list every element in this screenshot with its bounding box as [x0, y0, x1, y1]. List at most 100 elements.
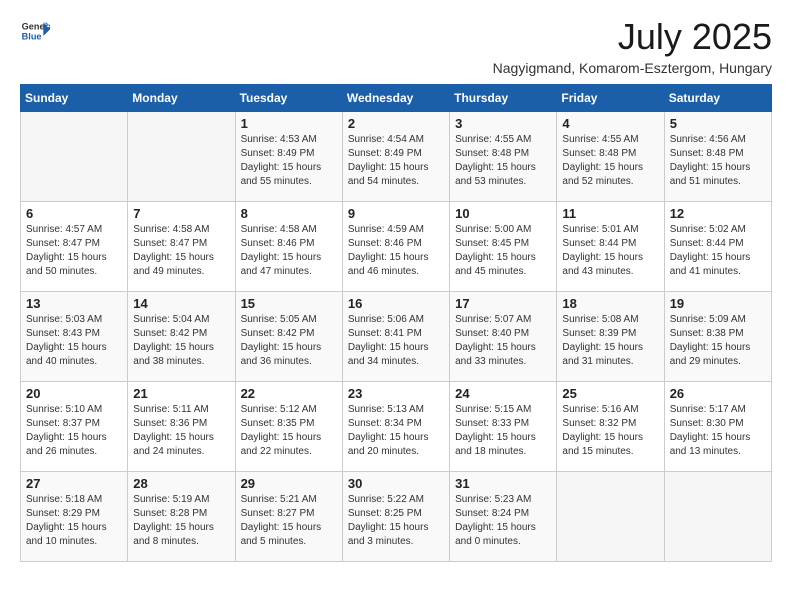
- day-info: Sunrise: 5:16 AM Sunset: 8:32 PM Dayligh…: [562, 403, 658, 459]
- day-info: Sunrise: 5:11 AM Sunset: 8:36 PM Dayligh…: [133, 403, 229, 459]
- day-number: 25: [562, 386, 658, 401]
- day-number: 19: [670, 296, 766, 311]
- calendar-cell: 3 Sunrise: 4:55 AM Sunset: 8:48 PM Daylig…: [450, 112, 557, 202]
- calendar-cell: 4 Sunrise: 4:55 AM Sunset: 8:48 PM Daylig…: [557, 112, 664, 202]
- calendar-cell: 29Sunrise: 5:21 AM Sunset: 8:27 PM Dayli…: [235, 472, 342, 562]
- day-number: 11: [562, 206, 658, 221]
- calendar-cell: 25 Sunrise: 5:16 AM Sunset: 8:32 PM Dayli…: [557, 382, 664, 472]
- calendar-cell: 28Sunrise: 5:19 AM Sunset: 8:28 PM Dayli…: [128, 472, 235, 562]
- day-info: Sunrise: 4:58 AM Sunset: 8:46 PM Dayligh…: [241, 223, 337, 279]
- weekday-header-wednesday: Wednesday: [342, 85, 449, 112]
- calendar-cell: 20 Sunrise: 5:10 AM Sunset: 8:37 PM Dayli…: [21, 382, 128, 472]
- calendar-cell: 2 Sunrise: 4:54 AM Sunset: 8:49 PM Daylig…: [342, 112, 449, 202]
- day-info: Sunrise: 5:17 AM Sunset: 8:30 PM Dayligh…: [670, 403, 766, 459]
- calendar-cell: 15 Sunrise: 5:05 AM Sunset: 8:42 PM Dayli…: [235, 292, 342, 382]
- day-info: Sunrise: 5:03 AM Sunset: 8:43 PM Dayligh…: [26, 313, 122, 369]
- calendar-week-row: 27 Sunrise: 5:18 AM Sunset: 8:29 PM Dayli…: [21, 472, 772, 562]
- day-number: 22: [241, 386, 337, 401]
- day-info: Sunrise: 4:57 AM Sunset: 8:47 PM Dayligh…: [26, 223, 122, 279]
- day-number: 12: [670, 206, 766, 221]
- day-info: Sunrise: 4:58 AM Sunset: 8:47 PM Dayligh…: [133, 223, 229, 279]
- day-number: 13: [26, 296, 122, 311]
- day-number: 2: [348, 116, 444, 131]
- day-number: 6: [26, 206, 122, 221]
- weekday-header-tuesday: Tuesday: [235, 85, 342, 112]
- day-info: Sunrise: 5:04 AM Sunset: 8:42 PM Dayligh…: [133, 313, 229, 369]
- day-number: 14: [133, 296, 229, 311]
- calendar-week-row: 13 Sunrise: 5:03 AM Sunset: 8:43 PM Dayli…: [21, 292, 772, 382]
- calendar-week-row: 1 Sunrise: 4:53 AM Sunset: 8:49 PM Daylig…: [21, 112, 772, 202]
- day-info: Sunrise: 5:18 AM Sunset: 8:29 PM Dayligh…: [26, 493, 122, 549]
- calendar-cell: [557, 472, 664, 562]
- svg-text:Blue: Blue: [22, 31, 42, 41]
- day-info: Sunrise: 5:12 AM Sunset: 8:35 PM Dayligh…: [241, 403, 337, 459]
- month-title: July 2025: [493, 16, 772, 58]
- calendar-cell: 17Sunrise: 5:07 AM Sunset: 8:40 PM Dayli…: [450, 292, 557, 382]
- day-info: Sunrise: 5:06 AM Sunset: 8:41 PM Dayligh…: [348, 313, 444, 369]
- page-header: General Blue July 2025 Nagyigmand, Komar…: [20, 16, 772, 76]
- logo-icon: General Blue: [20, 16, 50, 46]
- calendar-cell: 12Sunrise: 5:02 AM Sunset: 8:44 PM Dayli…: [664, 202, 771, 292]
- day-number: 15: [241, 296, 337, 311]
- day-number: 26: [670, 386, 766, 401]
- day-info: Sunrise: 4:53 AM Sunset: 8:49 PM Dayligh…: [241, 133, 337, 189]
- day-info: Sunrise: 5:23 AM Sunset: 8:24 PM Dayligh…: [455, 493, 551, 549]
- calendar-cell: 9Sunrise: 4:59 AM Sunset: 8:46 PM Daylig…: [342, 202, 449, 292]
- day-info: Sunrise: 5:08 AM Sunset: 8:39 PM Dayligh…: [562, 313, 658, 369]
- calendar-cell: 5Sunrise: 4:56 AM Sunset: 8:48 PM Daylig…: [664, 112, 771, 202]
- day-number: 27: [26, 476, 122, 491]
- calendar-cell: [664, 472, 771, 562]
- day-number: 7: [133, 206, 229, 221]
- calendar-cell: 27 Sunrise: 5:18 AM Sunset: 8:29 PM Dayli…: [21, 472, 128, 562]
- day-number: 3: [455, 116, 551, 131]
- day-info: Sunrise: 5:01 AM Sunset: 8:44 PM Dayligh…: [562, 223, 658, 279]
- day-number: 18: [562, 296, 658, 311]
- day-number: 4: [562, 116, 658, 131]
- weekday-header-saturday: Saturday: [664, 85, 771, 112]
- day-number: 17: [455, 296, 551, 311]
- calendar-cell: 30Sunrise: 5:22 AM Sunset: 8:25 PM Dayli…: [342, 472, 449, 562]
- day-info: Sunrise: 4:54 AM Sunset: 8:49 PM Dayligh…: [348, 133, 444, 189]
- day-number: 31: [455, 476, 551, 491]
- day-info: Sunrise: 5:15 AM Sunset: 8:33 PM Dayligh…: [455, 403, 551, 459]
- calendar-cell: [128, 112, 235, 202]
- calendar-cell: 7 Sunrise: 4:58 AM Sunset: 8:47 PM Daylig…: [128, 202, 235, 292]
- calendar-cell: 21 Sunrise: 5:11 AM Sunset: 8:36 PM Dayli…: [128, 382, 235, 472]
- day-info: Sunrise: 5:10 AM Sunset: 8:37 PM Dayligh…: [26, 403, 122, 459]
- day-info: Sunrise: 5:09 AM Sunset: 8:38 PM Dayligh…: [670, 313, 766, 369]
- day-info: Sunrise: 5:19 AM Sunset: 8:28 PM Dayligh…: [133, 493, 229, 549]
- calendar-cell: 26 Sunrise: 5:17 AM Sunset: 8:30 PM Dayli…: [664, 382, 771, 472]
- day-number: 10: [455, 206, 551, 221]
- day-info: Sunrise: 4:55 AM Sunset: 8:48 PM Dayligh…: [562, 133, 658, 189]
- day-info: Sunrise: 5:13 AM Sunset: 8:34 PM Dayligh…: [348, 403, 444, 459]
- logo: General Blue: [20, 16, 50, 46]
- day-info: Sunrise: 5:00 AM Sunset: 8:45 PM Dayligh…: [455, 223, 551, 279]
- calendar-cell: 18 Sunrise: 5:08 AM Sunset: 8:39 PM Dayli…: [557, 292, 664, 382]
- calendar-cell: 13 Sunrise: 5:03 AM Sunset: 8:43 PM Dayli…: [21, 292, 128, 382]
- day-info: Sunrise: 5:21 AM Sunset: 8:27 PM Dayligh…: [241, 493, 337, 549]
- day-number: 23: [348, 386, 444, 401]
- location: Nagyigmand, Komarom-Esztergom, Hungary: [493, 60, 772, 76]
- day-number: 8: [241, 206, 337, 221]
- calendar-cell: 10 Sunrise: 5:00 AM Sunset: 8:45 PM Dayli…: [450, 202, 557, 292]
- calendar-cell: 1 Sunrise: 4:53 AM Sunset: 8:49 PM Daylig…: [235, 112, 342, 202]
- day-number: 24: [455, 386, 551, 401]
- day-number: 21: [133, 386, 229, 401]
- day-number: 30: [348, 476, 444, 491]
- calendar-cell: 6 Sunrise: 4:57 AM Sunset: 8:47 PM Daylig…: [21, 202, 128, 292]
- weekday-header-monday: Monday: [128, 85, 235, 112]
- calendar-week-row: 20 Sunrise: 5:10 AM Sunset: 8:37 PM Dayli…: [21, 382, 772, 472]
- calendar-cell: 19 Sunrise: 5:09 AM Sunset: 8:38 PM Dayli…: [664, 292, 771, 382]
- weekday-header-friday: Friday: [557, 85, 664, 112]
- calendar-cell: 14 Sunrise: 5:04 AM Sunset: 8:42 PM Dayli…: [128, 292, 235, 382]
- day-number: 20: [26, 386, 122, 401]
- title-block: July 2025 Nagyigmand, Komarom-Esztergom,…: [493, 16, 772, 76]
- calendar-cell: 16Sunrise: 5:06 AM Sunset: 8:41 PM Dayli…: [342, 292, 449, 382]
- calendar-cell: [21, 112, 128, 202]
- day-info: Sunrise: 4:55 AM Sunset: 8:48 PM Dayligh…: [455, 133, 551, 189]
- day-info: Sunrise: 5:05 AM Sunset: 8:42 PM Dayligh…: [241, 313, 337, 369]
- calendar-cell: 31 Sunrise: 5:23 AM Sunset: 8:24 PM Dayli…: [450, 472, 557, 562]
- day-number: 1: [241, 116, 337, 131]
- calendar-table: SundayMondayTuesdayWednesdayThursdayFrid…: [20, 84, 772, 562]
- calendar-cell: 8 Sunrise: 4:58 AM Sunset: 8:46 PM Daylig…: [235, 202, 342, 292]
